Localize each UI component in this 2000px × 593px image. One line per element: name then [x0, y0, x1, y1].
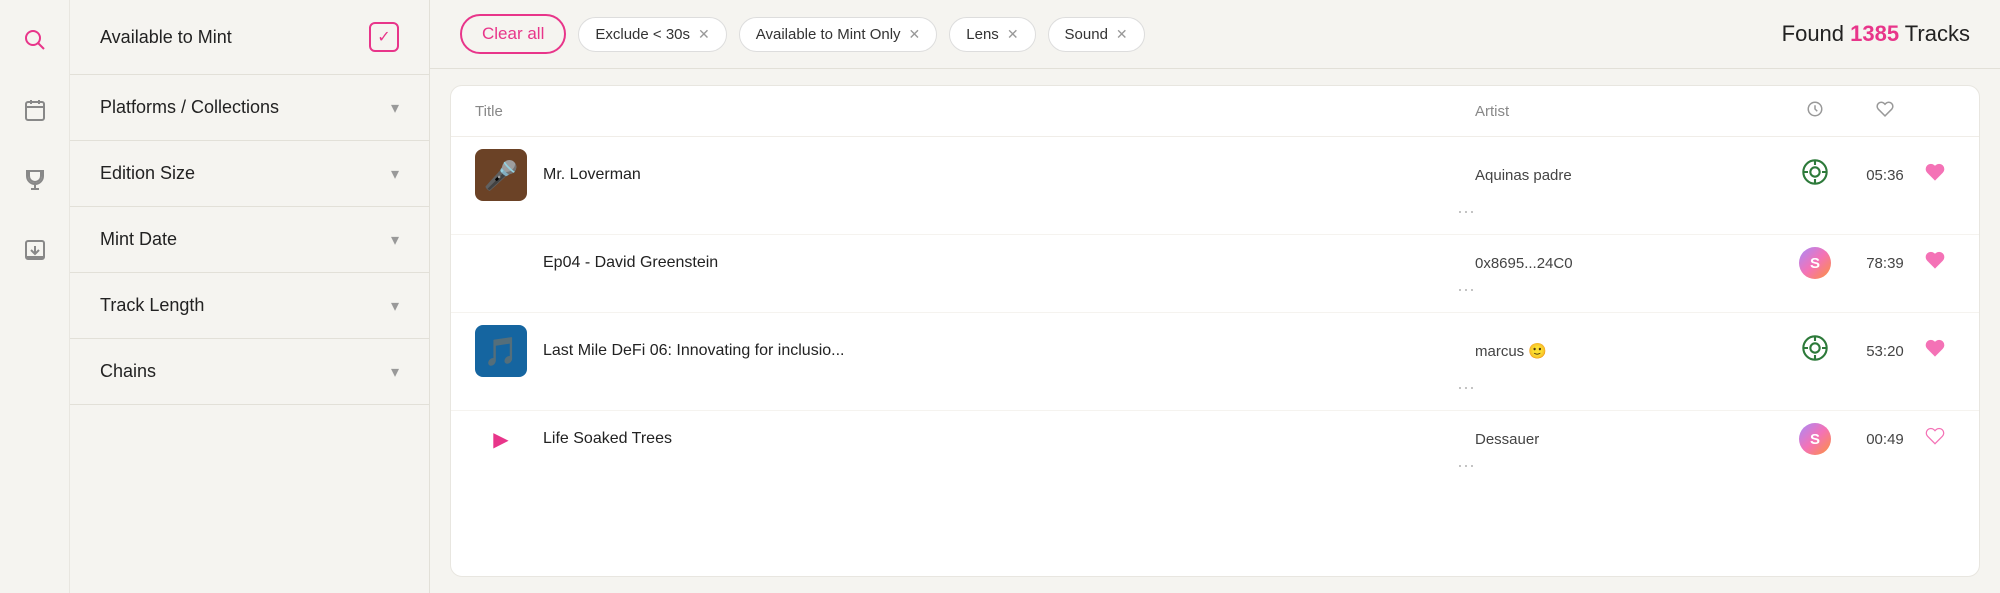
clear-all-button[interactable]: Clear all	[460, 14, 566, 54]
filter-edition-size-label: Edition Size	[100, 163, 195, 184]
th-title: Title	[475, 103, 1475, 120]
chevron-down-icon: ▾	[391, 98, 399, 118]
track-duration: 05:36	[1855, 167, 1915, 184]
track-thumb-image: 🎵	[484, 335, 519, 368]
tag-available-mint-only-label: Available to Mint Only	[756, 26, 901, 43]
filter-platforms-collections[interactable]: Platforms / Collections ▾	[70, 75, 429, 141]
track-duration: 78:39	[1855, 255, 1915, 272]
filter-sidebar: Available to Mint ✓ Platforms / Collecti…	[70, 0, 430, 593]
filter-available-to-mint-label: Available to Mint	[100, 27, 232, 48]
tag-lens-label: Lens	[966, 26, 999, 43]
more-options-button[interactable]: ···	[475, 201, 1475, 222]
table-row: 🎵 Last Mile DeFi 06: Innovating for incl…	[451, 313, 1979, 411]
trophy-nav-icon[interactable]	[15, 160, 55, 200]
track-duration: 53:20	[1855, 343, 1915, 360]
like-button[interactable]	[1915, 426, 1955, 452]
tracks-table: Title Artist 🎤 Mr. Loverman Aquinas padr…	[450, 85, 1980, 577]
filter-available-to-mint[interactable]: Available to Mint ✓	[70, 0, 429, 75]
play-button-area: ▶	[475, 427, 527, 452]
tag-lens-remove[interactable]: ✕	[1007, 26, 1019, 43]
table-row: 🎤 Mr. Loverman Aquinas padre 05:36 ···	[451, 137, 1979, 235]
filter-platforms-collections-label: Platforms / Collections	[100, 97, 279, 118]
artist-name: Aquinas padre	[1475, 167, 1775, 184]
calendar-nav-icon[interactable]	[15, 90, 55, 130]
tag-lens[interactable]: Lens ✕	[949, 17, 1035, 52]
filter-platforms-right: ▾	[391, 98, 399, 118]
more-options-button[interactable]: ···	[475, 455, 1475, 476]
platform-s-badge: S	[1799, 247, 1831, 279]
track-duration: 00:49	[1855, 431, 1915, 448]
track-thumb-image: 🎤	[484, 159, 519, 192]
chevron-down-icon: ▾	[391, 230, 399, 250]
main-content: Clear all Exclude < 30s ✕ Available to M…	[430, 0, 2000, 593]
platform-icon-s: S	[1775, 423, 1855, 455]
track-thumbnail: 🎵	[475, 325, 527, 377]
filter-available-to-mint-right: ✓	[369, 22, 399, 52]
tag-exclude-30s[interactable]: Exclude < 30s ✕	[578, 17, 726, 52]
like-button[interactable]	[1915, 162, 1955, 188]
filter-track-length[interactable]: Track Length ▾	[70, 273, 429, 339]
filter-chains[interactable]: Chains ▾	[70, 339, 429, 405]
like-button[interactable]	[1915, 250, 1955, 276]
platform-icon-s: S	[1775, 247, 1855, 279]
filter-chains-label: Chains	[100, 361, 156, 382]
artist-name: marcus 🙂	[1475, 342, 1775, 360]
tag-available-mint-only-remove[interactable]: ✕	[909, 26, 921, 43]
track-title-cell: Ep04 - David Greenstein	[475, 254, 1475, 272]
track-thumbnail: 🎤	[475, 149, 527, 201]
platform-icon-lens	[1775, 334, 1855, 368]
tag-available-mint-only[interactable]: Available to Mint Only ✕	[739, 17, 938, 52]
filter-chains-right: ▾	[391, 362, 399, 382]
th-heart	[1855, 100, 1915, 122]
table-header-row: Title Artist	[451, 86, 1979, 137]
top-filter-bar: Clear all Exclude < 30s ✕ Available to M…	[430, 0, 2000, 69]
tag-sound[interactable]: Sound ✕	[1048, 17, 1145, 52]
tag-exclude-30s-label: Exclude < 30s	[595, 26, 690, 43]
chevron-down-icon: ▾	[391, 164, 399, 184]
play-icon[interactable]: ▶	[493, 427, 508, 452]
track-title-cell: ▶ Life Soaked Trees	[475, 427, 1475, 452]
tag-sound-label: Sound	[1065, 26, 1108, 43]
artist-name: 0x8695...24C0	[1475, 255, 1775, 272]
th-artist: Artist	[1475, 103, 1775, 120]
more-options-button[interactable]: ···	[475, 377, 1475, 398]
track-name: Ep04 - David Greenstein	[543, 254, 718, 272]
track-name: Life Soaked Trees	[543, 430, 672, 448]
th-duration	[1775, 100, 1855, 122]
filter-mint-date-right: ▾	[391, 230, 399, 250]
found-prefix: Found	[1782, 21, 1851, 46]
artist-name: Dessauer	[1475, 431, 1775, 448]
track-name: Mr. Loverman	[543, 166, 641, 184]
filter-edition-right: ▾	[391, 164, 399, 184]
tag-exclude-30s-remove[interactable]: ✕	[698, 26, 710, 43]
more-options-button[interactable]: ···	[475, 279, 1475, 300]
filter-track-length-label: Track Length	[100, 295, 204, 316]
track-title-cell: 🎵 Last Mile DeFi 06: Innovating for incl…	[475, 325, 1475, 377]
chevron-down-icon: ▾	[391, 296, 399, 316]
chevron-down-icon: ▾	[391, 362, 399, 382]
tag-sound-remove[interactable]: ✕	[1116, 26, 1128, 43]
like-button[interactable]	[1915, 338, 1955, 364]
download-nav-icon[interactable]	[15, 230, 55, 270]
filter-track-length-right: ▾	[391, 296, 399, 316]
filter-edition-size[interactable]: Edition Size ▾	[70, 141, 429, 207]
found-tracks-text: Found 1385 Tracks	[1782, 21, 1970, 47]
filter-mint-date-label: Mint Date	[100, 229, 177, 250]
search-nav-icon[interactable]	[15, 20, 55, 60]
icon-rail	[0, 0, 70, 593]
found-count: 1385	[1850, 21, 1899, 46]
platform-icon-lens	[1775, 158, 1855, 192]
track-name: Last Mile DeFi 06: Innovating for inclus…	[543, 342, 844, 360]
filter-mint-date[interactable]: Mint Date ▾	[70, 207, 429, 273]
available-to-mint-checkbox[interactable]: ✓	[369, 22, 399, 52]
table-row: Ep04 - David Greenstein 0x8695...24C0 S …	[451, 235, 1979, 313]
found-suffix: Tracks	[1899, 21, 1970, 46]
platform-s-badge: S	[1799, 423, 1831, 455]
table-row: ▶ Life Soaked Trees Dessauer S 00:49 ···	[451, 411, 1979, 488]
track-title-cell: 🎤 Mr. Loverman	[475, 149, 1475, 201]
